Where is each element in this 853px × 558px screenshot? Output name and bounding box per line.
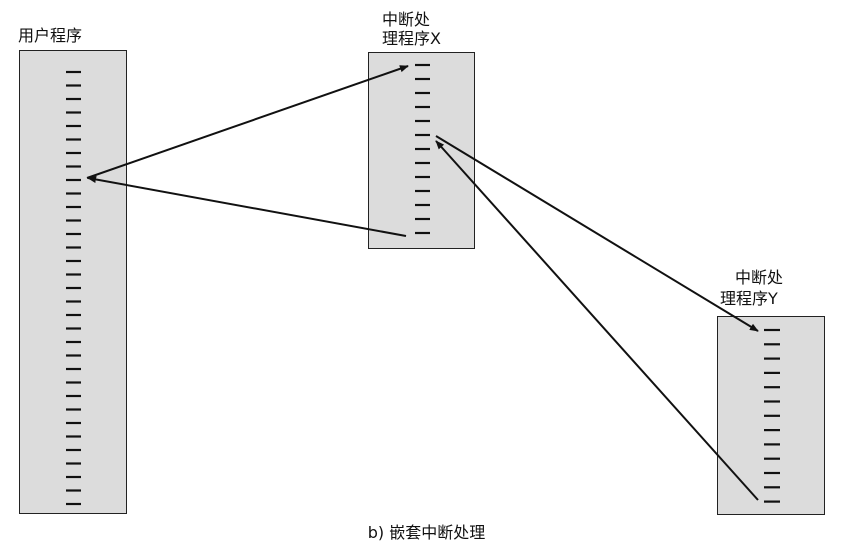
user-program-instruction-ticks — [66, 70, 81, 506]
diagram-overlay — [66, 63, 780, 506]
handler-x-instruction-ticks — [415, 63, 430, 235]
arrow-handler-y-return-to-handler-x — [435, 140, 759, 501]
arrow-handler-x-to-handler-y — [435, 135, 759, 332]
figure-caption: b) 嵌套中断处理 — [367, 523, 486, 542]
arrow-user-to-handler-x — [86, 65, 409, 179]
handler-y-instruction-ticks — [764, 328, 780, 503]
arrow-handler-x-return-to-user — [87, 175, 407, 237]
